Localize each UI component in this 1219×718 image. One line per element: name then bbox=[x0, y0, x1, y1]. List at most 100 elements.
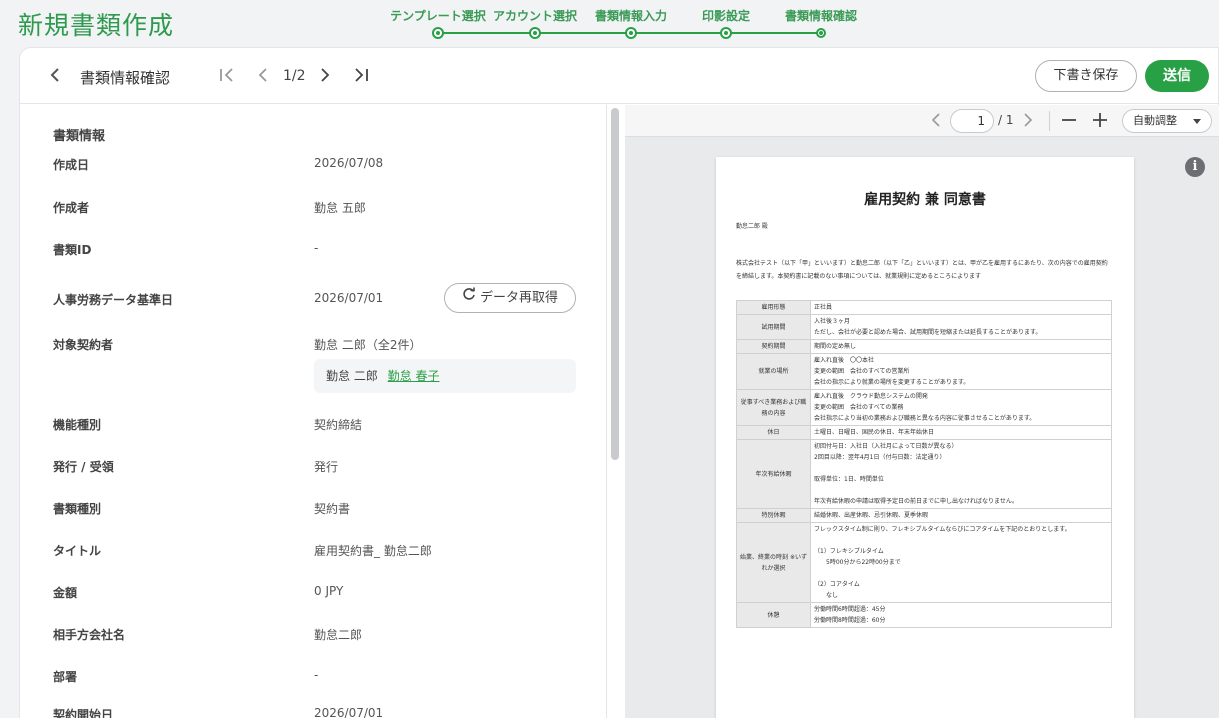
field-value-created-date: 2026/07/08 bbox=[314, 156, 384, 170]
field-value-department: - bbox=[314, 668, 319, 682]
term-heading: 就業の場所 bbox=[736, 353, 811, 390]
step-dot bbox=[625, 27, 637, 39]
refresh-icon bbox=[462, 284, 476, 312]
document-info-panel: 書類情報 作成日 2026/07/08 作成者 勤怠 五郎 書類ID - 人事労… bbox=[20, 105, 607, 718]
term-line: フレックスタイム制に則り、フレキシブルタイムならびにコアタイムを下記のとおりとし… bbox=[814, 526, 1071, 533]
page-title: 書類情報確認 bbox=[80, 69, 171, 87]
zoom-out-icon[interactable] bbox=[1061, 111, 1077, 133]
refetch-data-button[interactable]: データ再取得 bbox=[444, 283, 576, 313]
step-label: 書類情報確認 bbox=[784, 9, 857, 23]
term-line: 会社指示により当初の業務および職務と異なる内容に従事させることがあります。 bbox=[814, 415, 1036, 422]
term-line: 雇入れ直後 〇〇本社 bbox=[814, 357, 875, 364]
field-label-document-type: 書類種別 bbox=[53, 502, 102, 516]
send-button[interactable]: 送信 bbox=[1145, 60, 1209, 92]
step-label: 書類情報入力 bbox=[594, 9, 667, 23]
refetch-label: データ再取得 bbox=[479, 290, 558, 306]
term-line: 2回目以降：翌年4月1日（付与日数：法定通り） bbox=[814, 454, 946, 461]
table-row: 始業、終業の時刻 ※いずれか選択 フレックスタイム制に則り、フレキシブルタイムなら… bbox=[736, 522, 1112, 603]
table-row: 契約期間 期間の定め無し bbox=[736, 339, 1112, 354]
field-value-document-type: 契約書 bbox=[314, 502, 351, 516]
field-label-created-date: 作成日 bbox=[53, 158, 90, 172]
step-label: アカウント選択 bbox=[492, 9, 577, 23]
term-line: なし bbox=[814, 592, 839, 599]
next-page-icon[interactable] bbox=[318, 65, 332, 91]
toolbar: 書類情報確認 1/2 下書き保存 送信 bbox=[20, 48, 1218, 104]
term-line: ただし、会社が必要と認めた場合、試用期間を短縮または延長することがあります。 bbox=[814, 329, 1042, 336]
term-line: 5時00分から22時00分まで bbox=[814, 559, 901, 566]
term-content: フレックスタイム制に則り、フレキシブルタイムならびにコアタイムを下記のとおりとし… bbox=[810, 522, 1112, 603]
caret-down-icon bbox=[1193, 110, 1201, 140]
field-value-counterparty: 勤怠二郎 bbox=[314, 628, 363, 642]
app-title: 新規書類作成 bbox=[18, 11, 175, 40]
field-label-hr-base-date: 人事労務データ基準日 bbox=[53, 293, 174, 307]
term-content: 雇入れ直後 クラウド勤怠システムの開発 変更の範囲 会社のすべての業務 会社指示によ… bbox=[810, 389, 1112, 426]
table-row: 休憩 労働時間6時間超過：45分 労働時間8時間超過：60分 bbox=[736, 602, 1112, 628]
term-content: 入社後３ヶ月 ただし、会社が必要と認めた場合、試用期間を短縮または延長することがあ… bbox=[810, 314, 1112, 340]
save-draft-button[interactable]: 下書き保存 bbox=[1035, 60, 1137, 92]
contract-terms-table: 雇用形態 正社員 試用期間 入社後３ヶ月 ただし、会社が必要と認めた場合、試用期間を短縮… bbox=[736, 300, 1112, 628]
term-content: 結婚休暇、出産休暇、忌引休暇、夏季休暇 bbox=[810, 508, 1112, 523]
viewer-next-icon[interactable] bbox=[1023, 111, 1033, 133]
term-line: 初回付与日：入社日（入社月によって日数が異なる） bbox=[814, 443, 958, 450]
term-line bbox=[814, 485, 1108, 496]
term-line: 期間の定め無し bbox=[814, 343, 857, 350]
table-row: 特別休暇 結婚休暇、出産休暇、忌引休暇、夏季休暇 bbox=[736, 508, 1112, 523]
first-page-icon[interactable] bbox=[218, 65, 236, 91]
term-heading: 休日 bbox=[736, 425, 811, 440]
term-heading: 契約期間 bbox=[736, 339, 811, 354]
term-line: 労働時間8時間超過：60分 bbox=[814, 617, 886, 624]
step-dot bbox=[529, 27, 541, 39]
field-value-creator: 勤怠 五郎 bbox=[314, 201, 366, 215]
main-card: 書類情報確認 1/2 下書き保存 送信 書類情報 作成日 2026/07/08 … bbox=[19, 47, 1219, 718]
term-content: 労働時間6時間超過：45分 労働時間8時間超過：60分 bbox=[810, 602, 1112, 628]
info-icon[interactable]: i bbox=[1185, 157, 1205, 177]
page-indicator: 1/2 bbox=[283, 68, 306, 84]
term-content: 初回付与日：入社日（入社月によって日数が異なる） 2回目以降：翌年4月1日（付与日… bbox=[810, 439, 1112, 509]
term-line: 年次有給休暇の申請は取得予定日の前日までに申し出なければなりません。 bbox=[814, 498, 1018, 505]
zoom-in-icon[interactable] bbox=[1092, 111, 1108, 133]
step-seal-setting[interactable]: 印影設定 bbox=[671, 7, 781, 39]
page-total: / 1 bbox=[998, 113, 1014, 127]
document-page: 雇用契約 兼 同意書 勤怠二郎 殿 株式会社テスト（以下「甲」といいます）と勤怠… bbox=[716, 157, 1134, 718]
field-label-document-id: 書類ID bbox=[53, 243, 92, 257]
field-value-title: 雇用契約書_ 勤怠二郎 bbox=[314, 544, 432, 558]
table-row: 年次有給休暇 初回付与日：入社日（入社月によって日数が異なる） 2回目以降：翌年4月… bbox=[736, 439, 1112, 509]
field-value-target-party: 勤怠 二郎（全2件） bbox=[314, 338, 422, 352]
step-document-input[interactable]: 書類情報入力 bbox=[576, 7, 686, 39]
term-line: 結婚休暇、出産休暇、忌引休暇、夏季休暇 bbox=[814, 512, 929, 519]
field-value-issue-receive: 発行 bbox=[314, 460, 339, 474]
term-line: （1）フレキシブルタイム bbox=[814, 548, 884, 555]
field-label-contract-start: 契約開始日 bbox=[53, 708, 114, 718]
term-content: 正社員 bbox=[810, 300, 1112, 315]
term-heading: 休憩 bbox=[736, 602, 811, 628]
viewer-toolbar: / 1 自動調整 bbox=[625, 105, 1219, 137]
page-number-input[interactable] bbox=[950, 109, 994, 133]
step-document-confirm: 書類情報確認 bbox=[766, 7, 876, 38]
field-label-amount: 金額 bbox=[53, 586, 78, 600]
prev-page-icon[interactable] bbox=[256, 65, 270, 91]
field-label-counterparty: 相手方会社名 bbox=[53, 628, 126, 642]
term-line: 変更の範囲 会社のすべての業務 bbox=[814, 404, 904, 411]
field-label-issue-receive: 発行 / 受領 bbox=[53, 460, 114, 474]
party-link[interactable]: 勤怠 春子 bbox=[388, 369, 440, 383]
section-title: 書類情報 bbox=[53, 129, 106, 144]
field-value-amount: 0 JPY bbox=[314, 584, 344, 598]
field-label-function-type: 機能種別 bbox=[53, 418, 102, 432]
field-label-department: 部署 bbox=[53, 670, 78, 684]
term-line: 会社の指示により就業の場所を変更することがあります。 bbox=[814, 379, 970, 386]
term-line: 取得単位：1日、時間単位 bbox=[814, 476, 884, 483]
step-template-select[interactable]: テンプレート選択 bbox=[383, 7, 493, 39]
term-line: 土曜日、日曜日、国民の休日、年末年始休日 bbox=[814, 429, 935, 436]
info-scrollbar[interactable] bbox=[611, 108, 619, 460]
viewer-prev-icon[interactable] bbox=[931, 111, 941, 133]
zoom-select[interactable]: 自動調整 bbox=[1122, 109, 1212, 133]
field-label-title: タイトル bbox=[53, 544, 102, 558]
term-heading: 試用期間 bbox=[736, 314, 811, 340]
back-icon[interactable] bbox=[48, 65, 62, 91]
term-line bbox=[814, 463, 1108, 474]
step-account-select[interactable]: アカウント選択 bbox=[480, 7, 590, 39]
table-row: 休日 土曜日、日曜日、国民の休日、年末年始休日 bbox=[736, 425, 1112, 440]
term-heading: 特別休暇 bbox=[736, 508, 811, 523]
table-row: 就業の場所 雇入れ直後 〇〇本社 変更の範囲 会社のすべての営業所 会社の指示により就… bbox=[736, 353, 1112, 390]
last-page-icon[interactable] bbox=[352, 65, 370, 91]
